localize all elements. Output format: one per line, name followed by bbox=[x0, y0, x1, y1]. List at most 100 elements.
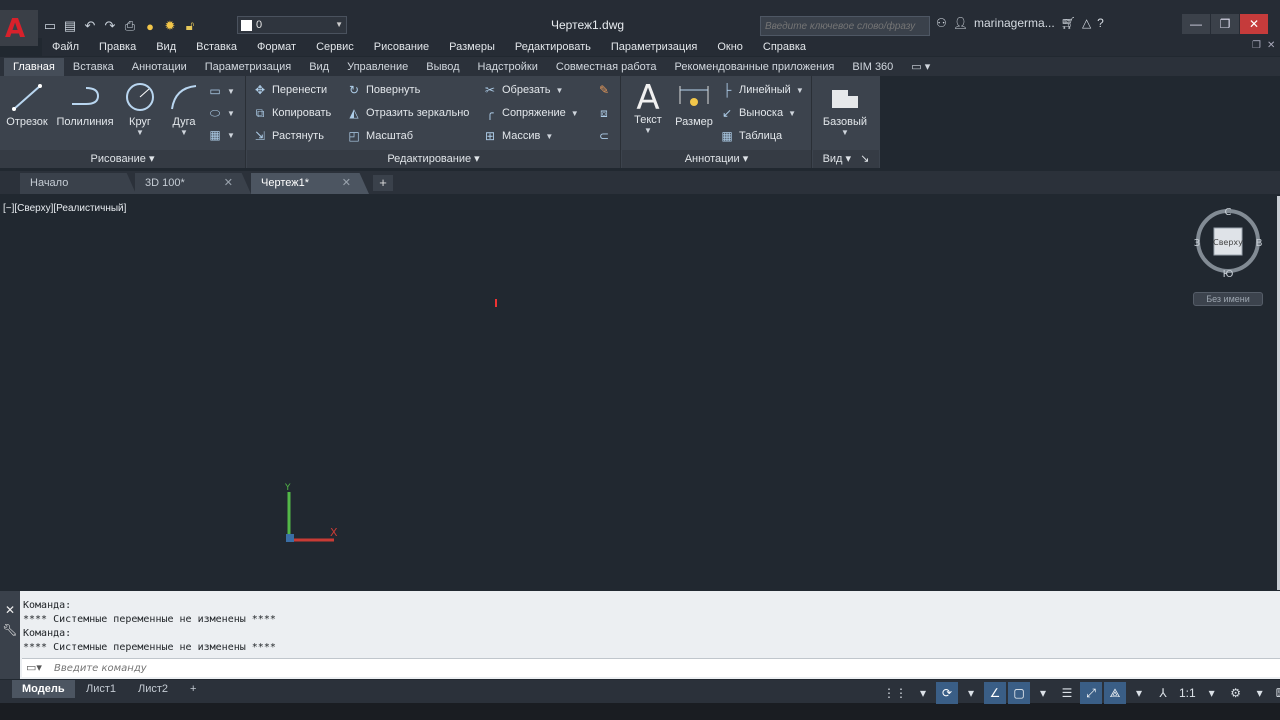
command-prompt-icon[interactable]: ▭▾ bbox=[26, 661, 42, 674]
ucs-menu-button[interactable]: Без имени bbox=[1193, 292, 1263, 306]
text-tool[interactable]: A Текст ▼ bbox=[628, 81, 668, 135]
chevron-down-icon[interactable]: ▾ bbox=[1128, 682, 1150, 704]
chevron-down-icon[interactable]: ▾ bbox=[1032, 682, 1054, 704]
close-icon[interactable]: ✕ bbox=[0, 603, 20, 617]
transparency-icon[interactable]: ⤢ bbox=[1080, 682, 1102, 704]
ribbon-tab-insert[interactable]: Вставка bbox=[64, 58, 123, 76]
ribbon-tab-home[interactable]: Главная bbox=[4, 57, 64, 76]
object-snap-icon[interactable]: ▢ bbox=[1008, 682, 1030, 704]
search-input[interactable] bbox=[760, 16, 930, 36]
stretch-tool[interactable]: ⇲ Растянуть bbox=[253, 127, 324, 145]
snap-dropdown-icon[interactable]: ▾ bbox=[912, 682, 934, 704]
leader-tool[interactable]: ↙ Выноска ▼ bbox=[720, 104, 796, 122]
annotation-panel-title[interactable]: Аннотации ▾ bbox=[622, 150, 811, 168]
new-file-icon[interactable]: ▭ bbox=[42, 18, 58, 34]
a360-icon[interactable]: △ bbox=[1082, 16, 1091, 30]
close-button[interactable]: ✕ bbox=[1240, 14, 1268, 34]
ribbon-tab-collaborate[interactable]: Совместная работа bbox=[547, 58, 666, 76]
layout-tab-sheet2[interactable]: Лист2 bbox=[128, 680, 178, 698]
undo-icon[interactable]: ↶ bbox=[82, 18, 98, 34]
menu-insert[interactable]: Вставка bbox=[186, 41, 247, 53]
chevron-down-icon[interactable]: ▼ bbox=[628, 126, 668, 135]
selection-cycling-icon[interactable]: ⟁ bbox=[1104, 682, 1126, 704]
annotation-scale-value[interactable]: 1:1 bbox=[1176, 682, 1199, 704]
file-tab-start[interactable]: Начало bbox=[20, 173, 136, 194]
menu-help[interactable]: Справка bbox=[753, 41, 816, 53]
help-icon[interactable]: ? bbox=[1097, 16, 1104, 30]
linear-tool[interactable]: ├ Линейный ▼ bbox=[720, 81, 804, 99]
rectangle-tool[interactable]: ▭ ▼ bbox=[208, 82, 235, 100]
close-tab-icon[interactable]: ✕ bbox=[224, 173, 233, 194]
dynamic-input-icon[interactable]: ⟳ bbox=[936, 682, 958, 704]
ribbon-tab-manage[interactable]: Управление bbox=[338, 58, 417, 76]
layer-dropdown[interactable]: 0 ▼ bbox=[237, 16, 347, 34]
ribbon-tab-featured-apps[interactable]: Рекомендованные приложения bbox=[666, 58, 844, 76]
sun-icon[interactable]: ✹ bbox=[162, 18, 178, 34]
menu-format[interactable]: Формат bbox=[247, 41, 306, 53]
lightbulb-icon[interactable]: ● bbox=[142, 18, 158, 34]
add-layout-button[interactable]: + bbox=[180, 680, 206, 698]
command-window-handle[interactable]: ✕ 🔧︎ bbox=[0, 591, 20, 679]
trim-tool[interactable]: ✂ Обрезать ▼ bbox=[483, 81, 564, 99]
ribbon-tab-addins[interactable]: Надстройки bbox=[469, 58, 547, 76]
chevron-down-icon[interactable]: ▾ bbox=[1201, 682, 1223, 704]
annotation-scale-icon[interactable]: ⅄ bbox=[1152, 682, 1174, 704]
file-tab-drawing1[interactable]: Чертеж1* ✕ bbox=[251, 173, 369, 194]
binoculars-icon[interactable]: ⚇ bbox=[936, 16, 947, 30]
arc-tool[interactable]: Дуга ▼ bbox=[166, 82, 202, 137]
menu-dimension[interactable]: Размеры bbox=[439, 41, 505, 53]
close-tab-icon[interactable]: ✕ bbox=[342, 173, 351, 194]
wrench-icon[interactable]: 🔧︎ bbox=[0, 623, 20, 637]
chevron-down-icon[interactable]: ▾ bbox=[960, 682, 982, 704]
gear-icon[interactable]: ⚙ bbox=[1225, 682, 1247, 704]
drawing-viewport[interactable] bbox=[0, 196, 1277, 590]
dimension-tool[interactable]: Размер bbox=[674, 82, 714, 128]
modify-panel-title[interactable]: Редактирование ▾ bbox=[247, 150, 620, 168]
explode-tool[interactable]: ⧈ bbox=[597, 104, 611, 122]
file-tab-3d100[interactable]: 3D 100* ✕ bbox=[135, 173, 251, 194]
rotate-tool[interactable]: ↻ Повернуть bbox=[347, 81, 420, 99]
chevron-down-icon[interactable]: ▼ bbox=[819, 128, 871, 137]
ribbon-options-icon[interactable]: ▭ ▾ bbox=[902, 58, 939, 76]
polyline-tool[interactable]: Полилиния bbox=[54, 82, 116, 128]
ellipse-tool[interactable]: ⬭ ▼ bbox=[208, 104, 235, 122]
draw-panel-title[interactable]: Рисование ▾ bbox=[0, 150, 245, 168]
menu-draw[interactable]: Рисование bbox=[364, 41, 439, 53]
circle-tool[interactable]: Круг ▼ bbox=[122, 82, 158, 137]
viewcube[interactable]: Сверху С Ю З В bbox=[1193, 204, 1263, 284]
open-file-icon[interactable]: ▤ bbox=[62, 18, 78, 34]
layout-tab-sheet1[interactable]: Лист1 bbox=[76, 680, 126, 698]
scale-tool[interactable]: ◰ Масштаб bbox=[347, 127, 413, 145]
plot-icon[interactable]: ⎙ bbox=[122, 18, 138, 34]
menu-modify[interactable]: Редактировать bbox=[505, 41, 601, 53]
lineweight-icon[interactable]: ☰ bbox=[1056, 682, 1078, 704]
menu-parametric[interactable]: Параметризация bbox=[601, 41, 707, 53]
grid-icon[interactable]: ⋮⋮ bbox=[880, 682, 910, 704]
cart-icon[interactable]: 🛒︎ bbox=[1061, 16, 1076, 30]
maximize-button[interactable]: ❐ bbox=[1211, 14, 1239, 34]
menu-file[interactable]: Файл bbox=[42, 41, 89, 53]
ribbon-tab-view[interactable]: Вид bbox=[300, 58, 338, 76]
ortho-icon[interactable]: ∠ bbox=[984, 682, 1006, 704]
command-input[interactable] bbox=[54, 659, 1254, 677]
table-tool[interactable]: ▦ Таблица bbox=[720, 127, 782, 145]
redo-icon[interactable]: ↷ bbox=[102, 18, 118, 34]
chevron-down-icon[interactable]: ▼ bbox=[166, 128, 202, 137]
user-name[interactable]: marinagerma... bbox=[974, 16, 1055, 30]
customization-icon[interactable]: ⌨ bbox=[1273, 682, 1280, 704]
menu-tools[interactable]: Сервис bbox=[306, 41, 364, 53]
fillet-tool[interactable]: ╭ Сопряжение ▼ bbox=[483, 104, 578, 122]
viewport-controls-label[interactable]: [−][Сверху][Реалистичный] bbox=[3, 203, 126, 214]
hatch-tool[interactable]: ▦ ▼ bbox=[208, 126, 235, 144]
new-tab-button[interactable]: + bbox=[373, 175, 393, 191]
ribbon-tab-bim360[interactable]: BIM 360 bbox=[843, 58, 902, 76]
view-panel-title[interactable]: Вид ▾ ↘ bbox=[813, 150, 879, 168]
ribbon-tab-parametric[interactable]: Параметризация bbox=[196, 58, 300, 76]
layout-tab-model[interactable]: Модель bbox=[12, 680, 75, 698]
ribbon-tab-annotate[interactable]: Аннотации bbox=[123, 58, 196, 76]
doc-restore-icon[interactable]: ❐ bbox=[1252, 40, 1261, 51]
menu-window[interactable]: Окно bbox=[707, 41, 753, 53]
erase-tool[interactable]: ✎ bbox=[597, 81, 611, 99]
viewcube-top-face[interactable]: Сверху bbox=[1213, 238, 1243, 247]
application-menu-button[interactable]: A bbox=[0, 10, 38, 46]
